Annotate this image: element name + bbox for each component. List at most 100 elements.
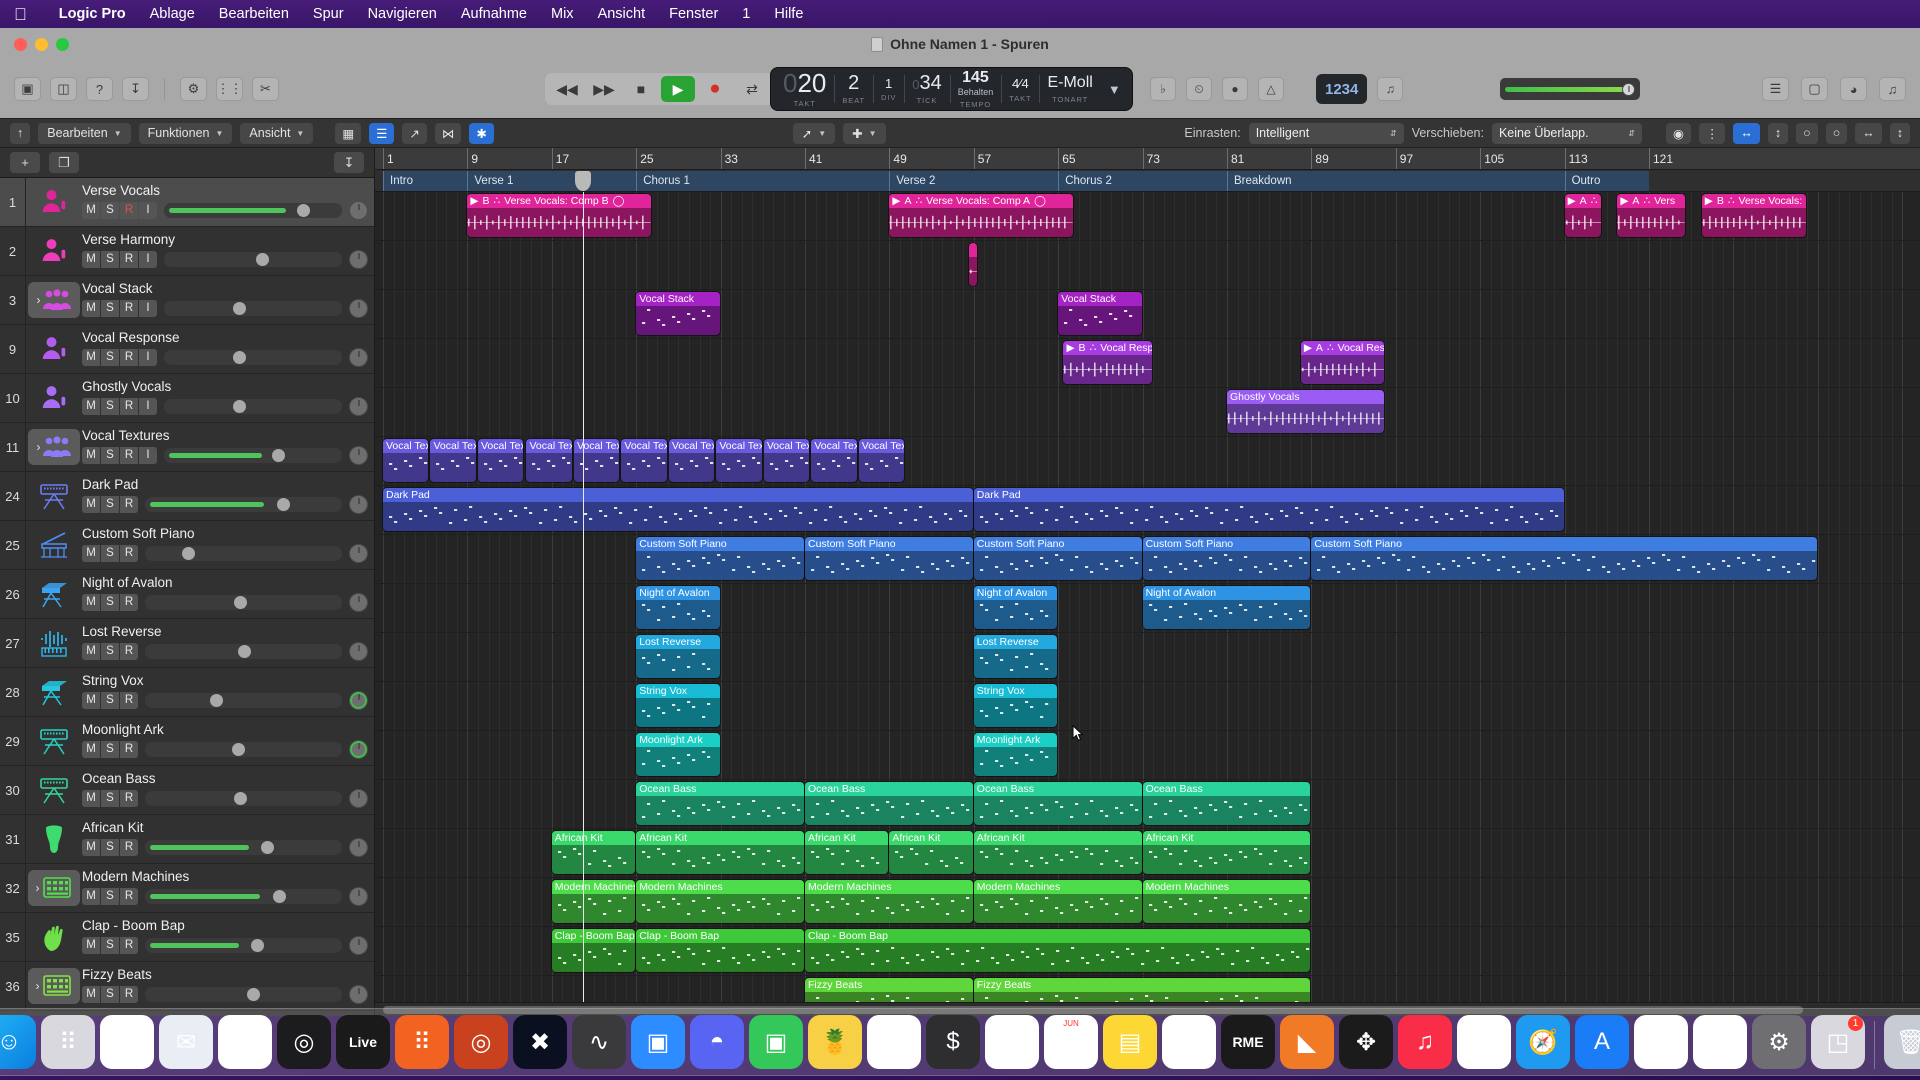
region-header[interactable]: Modern Machines	[551, 880, 636, 894]
track-s-button[interactable]: S	[101, 397, 119, 415]
zoom-h-icon[interactable]: ↔	[1855, 122, 1882, 144]
track-volume-handle[interactable]	[272, 889, 286, 903]
track-r-button[interactable]: R	[120, 201, 138, 219]
track-volume-handle[interactable]	[271, 448, 285, 462]
region-header[interactable]: Dark Pad	[973, 488, 1564, 502]
track-icon-grand-piano-icon[interactable]	[26, 521, 82, 569]
dock-item-music[interactable]: ♫	[1398, 1015, 1452, 1069]
track-i-button[interactable]: I	[139, 250, 157, 268]
track-volume-handle[interactable]	[261, 840, 275, 854]
playhead[interactable]	[583, 192, 585, 1002]
track-m-button[interactable]: M	[82, 495, 100, 513]
zoom-fit-icon[interactable]: ↔	[1733, 122, 1760, 144]
region[interactable]: Lost Reverse	[973, 635, 1058, 678]
region-header[interactable]: Vocal Textures	[858, 439, 905, 453]
dock-item-zoom[interactable]: ▣	[631, 1015, 685, 1069]
track-s-button[interactable]: S	[101, 936, 119, 954]
track-row[interactable]: 36 › Fizzy Beats MSR	[0, 962, 374, 1011]
track-r-button[interactable]: R	[120, 740, 138, 758]
track-s-button[interactable]: S	[101, 985, 119, 1003]
library-icon[interactable]: ▣	[14, 77, 41, 101]
track-s-button[interactable]: S	[101, 495, 119, 513]
track-r-button[interactable]: R	[120, 838, 138, 856]
track-row[interactable]: 3 › Vocal Stack MSRI	[0, 276, 374, 325]
track-name[interactable]: Vocal Response	[82, 330, 368, 346]
flex-icon[interactable]: ⋈	[434, 122, 462, 144]
track-volume-slider[interactable]	[145, 643, 342, 659]
region[interactable]: ▶ A ∴ Verse Vocals: Comp A ◯	[889, 194, 1074, 237]
region[interactable]: Modern Machines	[636, 880, 804, 923]
region[interactable]: Vocal Stack	[1058, 292, 1142, 335]
track-s-button[interactable]: S	[101, 299, 119, 317]
track-volume-slider[interactable]	[164, 202, 342, 218]
track-m-button[interactable]: M	[82, 397, 100, 415]
playhead-handle[interactable]	[575, 171, 592, 191]
dock-item-pineapple-app[interactable]: 🍍	[808, 1015, 862, 1069]
region-header[interactable]: ▶ B ∴ Verse Vocals:	[1701, 194, 1807, 208]
region-header[interactable]: Ocean Bass	[973, 782, 1142, 796]
track-icon-synth-keyboard-icon[interactable]	[26, 766, 82, 814]
region-header[interactable]: Vocal Textures	[811, 439, 857, 453]
region-header[interactable]: African Kit	[889, 831, 973, 845]
region[interactable]: Clap - Boom Bap	[551, 929, 636, 972]
track-pan-knob[interactable]	[349, 788, 368, 808]
menu-ansicht[interactable]: Ansicht ▼	[240, 122, 314, 144]
region-header[interactable]: Modern Machines	[1142, 880, 1311, 894]
track-icon-vocal-mic-icon[interactable]	[26, 178, 82, 226]
track-r-button[interactable]: R	[120, 985, 138, 1003]
tuner-icon[interactable]: ♫	[1377, 77, 1404, 101]
grid-icon[interactable]: ▦	[335, 122, 362, 144]
track-volume-slider[interactable]	[164, 398, 342, 414]
track-pan-knob[interactable]	[349, 984, 368, 1004]
track-icon-hand-clap-icon[interactable]	[26, 913, 82, 961]
track-group-stack[interactable]: ›	[28, 429, 80, 465]
track-r-button[interactable]: R	[120, 789, 138, 807]
region-header[interactable]: ▶A∴Vocal Response: Co◯	[1300, 341, 1385, 355]
region-header[interactable]: Vocal Textures	[383, 439, 429, 453]
track-icon-drum-machine-icon[interactable]: ›	[26, 864, 82, 912]
track-icon-synth-keyboard-icon[interactable]	[26, 472, 82, 520]
region-header[interactable]: Clap - Boom Bap	[551, 929, 636, 943]
track-i-button[interactable]: I	[139, 201, 157, 219]
region[interactable]: Ocean Bass	[636, 782, 804, 825]
mixer-icon[interactable]: ⋮⋮	[216, 77, 243, 101]
lcd-beat[interactable]: 2 BEAT	[834, 68, 873, 110]
track-volume-slider[interactable]	[145, 937, 342, 953]
master-volume-handle[interactable]	[1622, 82, 1635, 96]
track-r-button[interactable]: R	[120, 887, 138, 905]
menu-funktionen[interactable]: Funktionen ▼	[138, 122, 233, 144]
region-header[interactable]: Moonlight Ark	[973, 733, 1058, 747]
track-volume-handle[interactable]	[233, 595, 247, 609]
region[interactable]: ▶A∴A	[1564, 194, 1601, 237]
track-name[interactable]: Fizzy Beats	[82, 967, 368, 983]
region[interactable]: Modern Machines	[551, 880, 636, 923]
snap-popup[interactable]: Intelligent ⇵	[1248, 122, 1404, 144]
zoom-out-icon[interactable]: ○	[1825, 122, 1848, 144]
region[interactable]: Fizzy Beats	[973, 978, 1311, 1002]
track-volume-slider[interactable]	[164, 300, 342, 316]
region[interactable]: Ghostly Vocals	[1227, 390, 1385, 433]
menu-item-fenster[interactable]: Fenster	[657, 6, 730, 22]
region[interactable]: Dark Pad	[383, 488, 973, 531]
track-r-button[interactable]: R	[120, 446, 138, 464]
track-row[interactable]: 35 Clap - Boom Bap MSR	[0, 913, 374, 962]
lcd-display[interactable]: 020 TAKT 2 BEAT 1 DIV 034 TICK 145 Beh	[770, 67, 1133, 111]
track-r-button[interactable]: R	[120, 936, 138, 954]
editors-icon[interactable]: ✂	[252, 77, 279, 101]
track-volume-handle[interactable]	[247, 987, 261, 1001]
dock-item-facetime[interactable]: ▣	[749, 1015, 803, 1069]
track-volume-slider[interactable]	[145, 888, 342, 904]
marker-track[interactable]: Intro Verse 1 Chorus 1 Verse 2 Chorus 2 Break…	[375, 170, 1920, 192]
track-pan-knob[interactable]	[349, 200, 368, 220]
region[interactable]	[968, 243, 977, 286]
region-header[interactable]: ▶B∴Vocal Response: Comp◯	[1063, 341, 1153, 355]
region[interactable]: Vocal Textures	[716, 439, 762, 482]
track-r-button[interactable]: R	[120, 250, 138, 268]
track-r-button[interactable]: R	[120, 642, 138, 660]
region-header[interactable]: Ocean Bass	[636, 782, 804, 796]
track-volume-handle[interactable]	[209, 693, 223, 707]
track-name[interactable]: Vocal Textures	[82, 428, 368, 444]
track-pan-knob[interactable]	[349, 298, 368, 318]
region-header[interactable]: Modern Machines	[636, 880, 804, 894]
region[interactable]: African Kit	[973, 831, 1142, 874]
